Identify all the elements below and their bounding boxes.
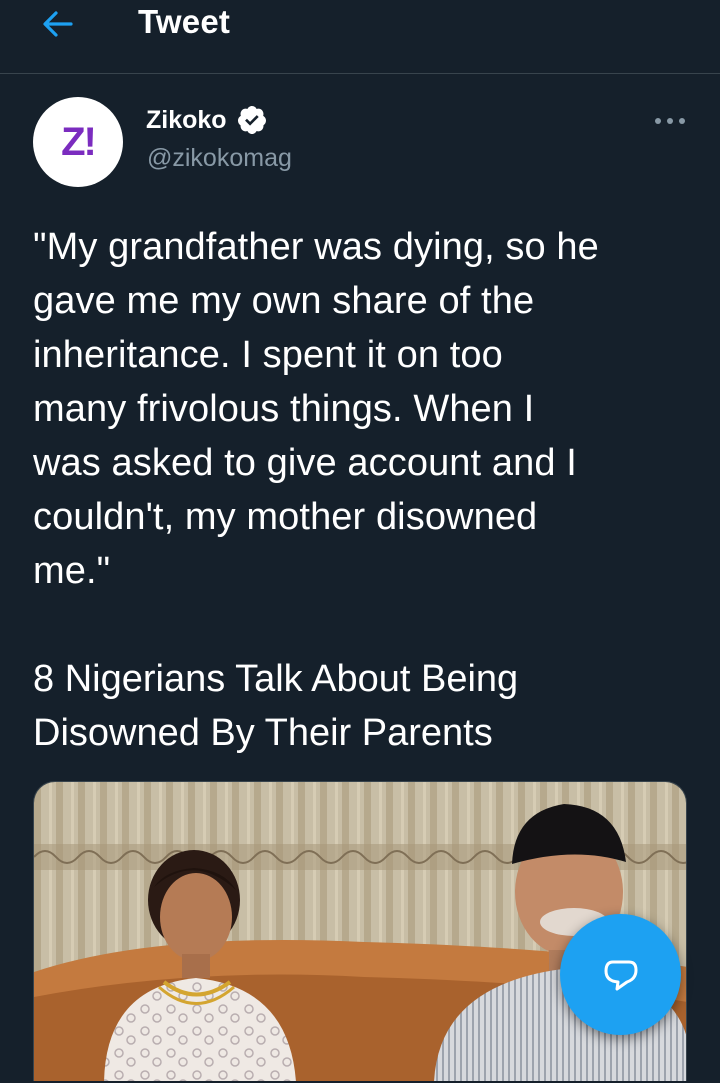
tweet-text-line: gave me my own share of the [33, 280, 535, 322]
tweet-text: "My grandfather was dying, so he gave me… [33, 220, 693, 598]
article-headline-line: 8 Nigerians Talk About Being [33, 658, 519, 700]
top-bar: Tweet [0, 0, 720, 74]
avatar-logo-text: Z! [61, 119, 97, 164]
more-dots-icon [655, 118, 685, 124]
tweet-text-line: me." [33, 550, 111, 592]
tweet-text-line: inheritance. I spent it on too [33, 334, 503, 376]
tweet-text-line: "My grandfather was dying, so he [33, 226, 599, 268]
more-options-button[interactable] [650, 106, 690, 136]
avatar[interactable]: Z! [33, 97, 123, 187]
verified-badge-icon [237, 106, 266, 134]
article-headline: 8 Nigerians Talk About Being Disowned By… [33, 652, 693, 760]
reply-bubble-icon [604, 960, 637, 990]
tweet-text-line: couldn't, my mother disowned [33, 496, 538, 538]
compose-reply-button[interactable] [560, 914, 681, 1035]
author-handle[interactable]: @zikokomag [147, 142, 292, 174]
author-name[interactable]: Zikoko [146, 104, 227, 136]
tweet-text-line: was asked to give account and I [33, 442, 577, 484]
arrow-left-icon [43, 11, 73, 37]
tweet-text-line: many frivolous things. When I [33, 388, 535, 430]
article-headline-line: Disowned By Their Parents [33, 712, 493, 754]
page-title: Tweet [138, 3, 231, 40]
back-button[interactable] [40, 6, 76, 42]
